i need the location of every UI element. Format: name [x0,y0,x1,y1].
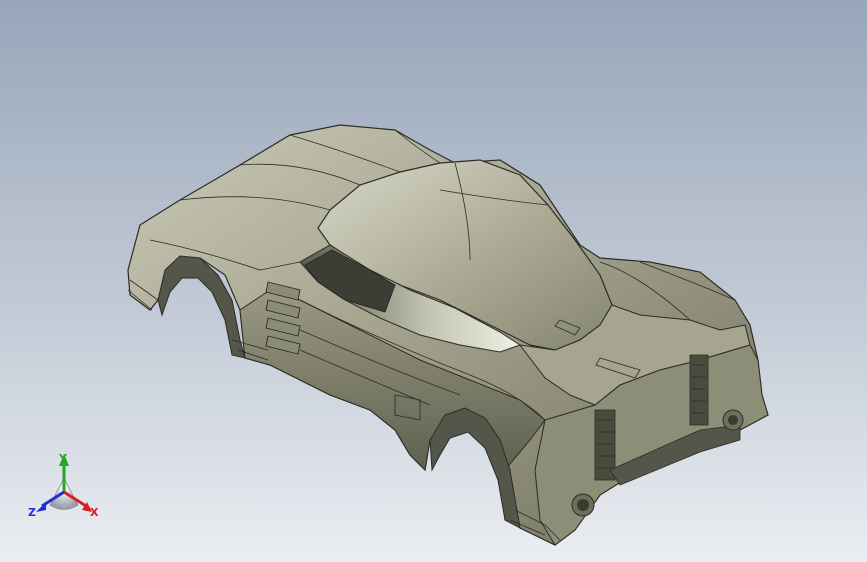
3d-viewport[interactable]: Y X Z [0,0,867,562]
z-axis-label: Z [28,506,36,519]
coordinate-triad: Y X Z [28,452,99,519]
y-axis-label: Y [58,452,68,465]
x-axis-label: X [90,506,99,519]
z-axis-arrow-icon [36,502,46,512]
